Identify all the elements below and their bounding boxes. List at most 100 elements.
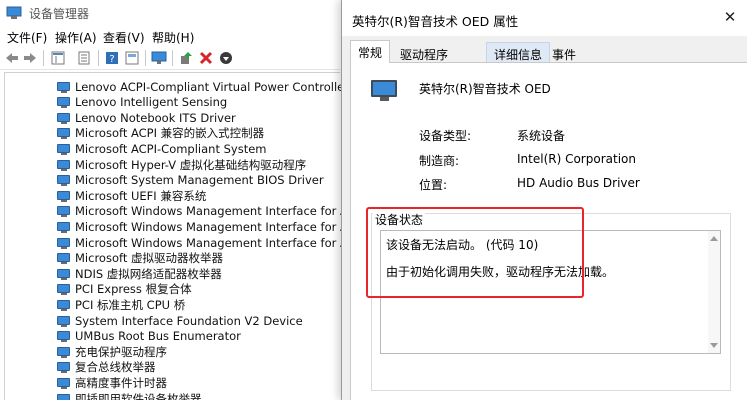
tree-item[interactable]: PCI 标准主机 CPU 桥	[57, 297, 185, 312]
tab-events[interactable]: 事件	[544, 42, 584, 63]
svg-text:?: ?	[109, 54, 114, 65]
system-device-icon	[57, 112, 71, 124]
tree-item-label: NDIS 虚拟网络适配器枚举器	[75, 266, 222, 281]
tree-item-label: Microsoft ACPI-Compliant System	[75, 141, 267, 156]
scroll-down-arrow-icon[interactable]	[710, 343, 718, 348]
forward-arrow-icon[interactable]	[22, 50, 38, 66]
system-device-icon	[57, 330, 71, 343]
tree-item[interactable]: 高精度事件计时器	[57, 375, 167, 390]
system-device-icon	[57, 81, 71, 93]
tree-item[interactable]: Microsoft ACPI-Compliant System	[57, 141, 267, 156]
toolbar-separator	[172, 50, 173, 66]
device-manager-title: 设备管理器	[29, 7, 90, 21]
tree-item[interactable]: Lenovo ACPI-Compliant Virtual Power Cont…	[57, 79, 349, 94]
tree-item[interactable]: 复合总线枚举器	[57, 360, 156, 375]
tab-details[interactable]: 详细信息	[486, 42, 551, 63]
dialog-tabs: 常规 驱动程序 详细信息 事件	[350, 40, 740, 63]
scroll-up-arrow-icon[interactable]	[710, 236, 718, 241]
system-device-icon	[57, 377, 71, 389]
menu-file[interactable]: 文件(F)	[7, 29, 47, 46]
tree-item-label: UMBus Root Bus Enumerator	[75, 329, 241, 344]
system-device-icon	[57, 221, 71, 233]
device-tree: Lenovo ACPI-Compliant Virtual Power Cont…	[4, 72, 366, 400]
manufacturer-value: Intel(R) Corporation	[517, 152, 636, 166]
tree-item-label: Microsoft Windows Management Interface f…	[75, 219, 367, 234]
location-value: HD Audio Bus Driver	[517, 176, 640, 190]
tree-item-label: PCI Express 根复合体	[75, 282, 192, 297]
tree-item[interactable]: PCI Express 根复合体	[57, 282, 192, 297]
system-device-icon	[57, 315, 71, 327]
toolbar-separator	[145, 50, 146, 66]
device-type-label: 设备类型:	[419, 129, 472, 143]
system-device-icon	[57, 346, 71, 358]
status-scrollbar[interactable]	[708, 231, 720, 353]
tree-item-label: Microsoft Windows Management Interface f…	[75, 204, 367, 219]
tree-item[interactable]: Microsoft 虚拟驱动器枚举器	[57, 251, 223, 266]
system-device-icon	[57, 393, 71, 400]
dialog-title: 英特尔(R)智音技术 OED 属性	[352, 14, 519, 29]
tree-item[interactable]: Microsoft Windows Management Interface f…	[57, 219, 366, 234]
system-device-icon	[57, 283, 71, 296]
tree-item-label: 充电保护驱动程序	[75, 344, 167, 359]
dialog-titlebar: 英特尔(R)智音技术 OED 属性 ✕	[342, 0, 747, 36]
system-device-icon	[57, 237, 71, 249]
toolbar-separator	[43, 50, 44, 66]
device-name: 英特尔(R)智音技术 OED	[419, 82, 551, 96]
system-device-icon	[57, 143, 71, 155]
tab-driver[interactable]: 驱动程序	[392, 42, 456, 63]
menu-help[interactable]: 帮助(H)	[152, 29, 194, 46]
tree-item[interactable]: Microsoft System Management BIOS Driver	[57, 173, 324, 188]
toolbar-separator	[98, 50, 99, 66]
menu-action[interactable]: 操作(A)	[55, 29, 97, 46]
menubar: 文件(F) 操作(A) 查看(V) 帮助(H)	[0, 26, 340, 46]
tree-item[interactable]: Lenovo Notebook ITS Driver	[57, 110, 236, 125]
tree-item[interactable]: UMBus Root Bus Enumerator	[57, 329, 241, 344]
system-device-icon	[57, 174, 71, 187]
tree-item[interactable]: Lenovo Intelligent Sensing	[57, 95, 227, 110]
manufacturer-label: 制造商:	[419, 154, 460, 168]
add-driver-icon[interactable]	[178, 50, 194, 66]
menu-view[interactable]: 查看(V)	[103, 29, 145, 46]
tree-item-label: Lenovo ACPI-Compliant Virtual Power Cont…	[75, 79, 349, 94]
tree-item-label: Microsoft UEFI 兼容系统	[75, 188, 207, 203]
close-icon[interactable]: ✕	[722, 9, 738, 25]
tree-item[interactable]: Microsoft UEFI 兼容系统	[57, 188, 206, 203]
tab-general[interactable]: 常规	[350, 40, 391, 63]
tree-item-label: 高精度事件计时器	[75, 375, 167, 390]
tree-item[interactable]: Microsoft Windows Management Interface f…	[57, 235, 366, 250]
tree-item[interactable]: NDIS 虚拟网络适配器枚举器	[57, 266, 222, 281]
disable-down-icon[interactable]	[218, 50, 234, 66]
tree-item-label: Microsoft ACPI 兼容的嵌入式控制器	[75, 126, 265, 141]
properties-icon[interactable]	[76, 50, 92, 66]
system-device-icon	[57, 205, 71, 218]
tree-item[interactable]: Microsoft Windows Management Interface f…	[57, 204, 366, 219]
tree-item[interactable]: Microsoft Hyper-V 虚拟化基础结构驱动程序	[57, 157, 306, 172]
system-device-icon	[57, 252, 71, 265]
system-device-icon	[371, 78, 401, 102]
device-manager-app-icon	[6, 6, 22, 19]
show-hide-tree-icon[interactable]	[50, 50, 66, 66]
system-device-icon	[57, 361, 71, 374]
system-device-icon	[57, 96, 71, 109]
monitor-scan-icon[interactable]	[151, 50, 167, 66]
system-device-icon	[57, 268, 71, 280]
tree-item-label: Microsoft Hyper-V 虚拟化基础结构驱动程序	[75, 157, 307, 172]
system-device-icon	[57, 190, 71, 202]
tree-item-label: Microsoft Windows Management Interface f…	[75, 235, 367, 250]
properties-sheet-icon[interactable]	[124, 50, 140, 66]
tree-item-label: 即插即用软件设备枚举器	[75, 391, 202, 400]
toolbar: ?	[0, 46, 340, 70]
tree-item[interactable]: 充电保护驱动程序	[57, 344, 167, 359]
back-arrow-icon[interactable]	[4, 50, 20, 66]
red-highlight-box	[366, 207, 584, 298]
tree-item[interactable]: 即插即用软件设备枚举器	[57, 391, 202, 400]
tree-item-label: System Interface Foundation V2 Device	[75, 313, 303, 328]
uninstall-x-icon[interactable]	[198, 50, 214, 66]
system-device-icon	[57, 159, 71, 171]
tree-item[interactable]: System Interface Foundation V2 Device	[57, 313, 303, 328]
help-icon[interactable]: ?	[104, 50, 120, 66]
system-device-icon	[57, 127, 71, 140]
device-type-value: 系统设备	[517, 129, 566, 143]
tree-item-label: 复合总线枚举器	[75, 360, 156, 375]
tree-item[interactable]: Microsoft ACPI 兼容的嵌入式控制器	[57, 126, 264, 141]
